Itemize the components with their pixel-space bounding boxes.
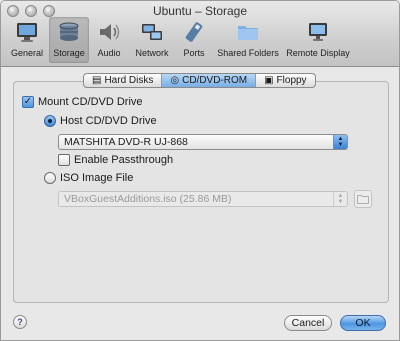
passthrough-checkbox[interactable]	[58, 154, 70, 166]
passthrough-row: Enable Passthrough	[58, 154, 173, 166]
toolbar-label: Storage	[53, 48, 85, 58]
cancel-button[interactable]: Cancel	[284, 315, 332, 331]
monitor-icon	[14, 19, 40, 45]
title-toolbar: Ubuntu – Storage General Storage Audio N…	[1, 1, 399, 67]
chevron-updown-icon: ▲ ▼	[333, 192, 347, 206]
tab-floppy[interactable]: ▣ Floppy	[256, 74, 314, 87]
tab-label: Hard Disks	[104, 75, 154, 86]
host-drive-value: MATSHITA DVD-R UJ-868	[64, 136, 188, 148]
settings-window: Ubuntu – Storage General Storage Audio N…	[0, 0, 400, 341]
hard-disk-icon: ▤	[92, 75, 102, 86]
browse-iso-button[interactable]	[354, 190, 372, 208]
mount-drive-checkbox[interactable]: ✓	[22, 96, 34, 108]
cd-dvd-panel: ✓ Mount CD/DVD Drive Host CD/DVD Drive M…	[13, 81, 389, 303]
ports-icon	[181, 19, 207, 45]
toolbar-label: Remote Display	[286, 48, 350, 58]
toolbar-item-audio[interactable]: Audio	[89, 17, 129, 63]
host-drive-select[interactable]: MATSHITA DVD-R UJ-868 ▲ ▼	[58, 134, 348, 150]
toolbar-label: Shared Folders	[217, 48, 279, 58]
tab-label: Floppy	[276, 75, 307, 86]
network-icon	[139, 19, 165, 45]
host-drive-label: Host CD/DVD Drive	[60, 115, 157, 127]
toolbar-item-storage[interactable]: Storage	[49, 17, 89, 63]
toolbar-label: Network	[135, 48, 169, 58]
remote-display-icon	[305, 19, 331, 45]
toolbar-label: Ports	[183, 48, 205, 58]
toolbar-label: Audio	[97, 48, 121, 58]
toolbar-label: General	[10, 48, 44, 58]
toolbar-item-remote-display[interactable]: Remote Display	[283, 17, 353, 63]
cd-icon: ◎	[170, 75, 180, 86]
toolbar-item-ports[interactable]: Ports	[175, 17, 213, 63]
iso-value: VBoxGuestAdditions.iso (25.86 MB)	[64, 193, 232, 205]
mount-drive-label: Mount CD/DVD Drive	[38, 96, 143, 108]
chevron-updown-icon: ▲ ▼	[333, 135, 347, 149]
iso-select[interactable]: VBoxGuestAdditions.iso (25.86 MB) ▲ ▼	[58, 191, 348, 207]
toolbar: General Storage Audio Network Ports Shar…	[5, 17, 353, 65]
floppy-icon: ▣	[264, 75, 274, 86]
toolbar-item-network[interactable]: Network	[129, 17, 175, 63]
tab-label: CD/DVD-ROM	[182, 75, 248, 86]
folder-icon	[235, 19, 261, 45]
iso-label: ISO Image File	[60, 172, 134, 184]
iso-radio[interactable]	[44, 172, 56, 184]
host-drive-radio[interactable]	[44, 115, 56, 127]
speaker-icon	[96, 19, 122, 45]
toolbar-item-shared-folders[interactable]: Shared Folders	[213, 17, 283, 63]
tab-cd-dvd-rom[interactable]: ◎ CD/DVD-ROM	[162, 74, 257, 87]
tab-hard-disks[interactable]: ▤ Hard Disks	[84, 74, 163, 87]
help-button[interactable]: ?	[13, 315, 27, 329]
passthrough-label: Enable Passthrough	[74, 154, 174, 166]
window-title: Ubuntu – Storage	[152, 4, 248, 18]
host-drive-row: Host CD/DVD Drive	[44, 115, 157, 127]
iso-row: ISO Image File	[44, 172, 133, 184]
storage-tabs: ▤ Hard Disks ◎ CD/DVD-ROM ▣ Floppy	[83, 73, 316, 88]
toolbar-item-general[interactable]: General	[5, 17, 49, 63]
mount-drive-row: ✓ Mount CD/DVD Drive	[22, 96, 143, 108]
folder-icon	[357, 195, 369, 204]
storage-icon	[56, 19, 82, 45]
ok-button[interactable]: OK	[340, 315, 386, 331]
